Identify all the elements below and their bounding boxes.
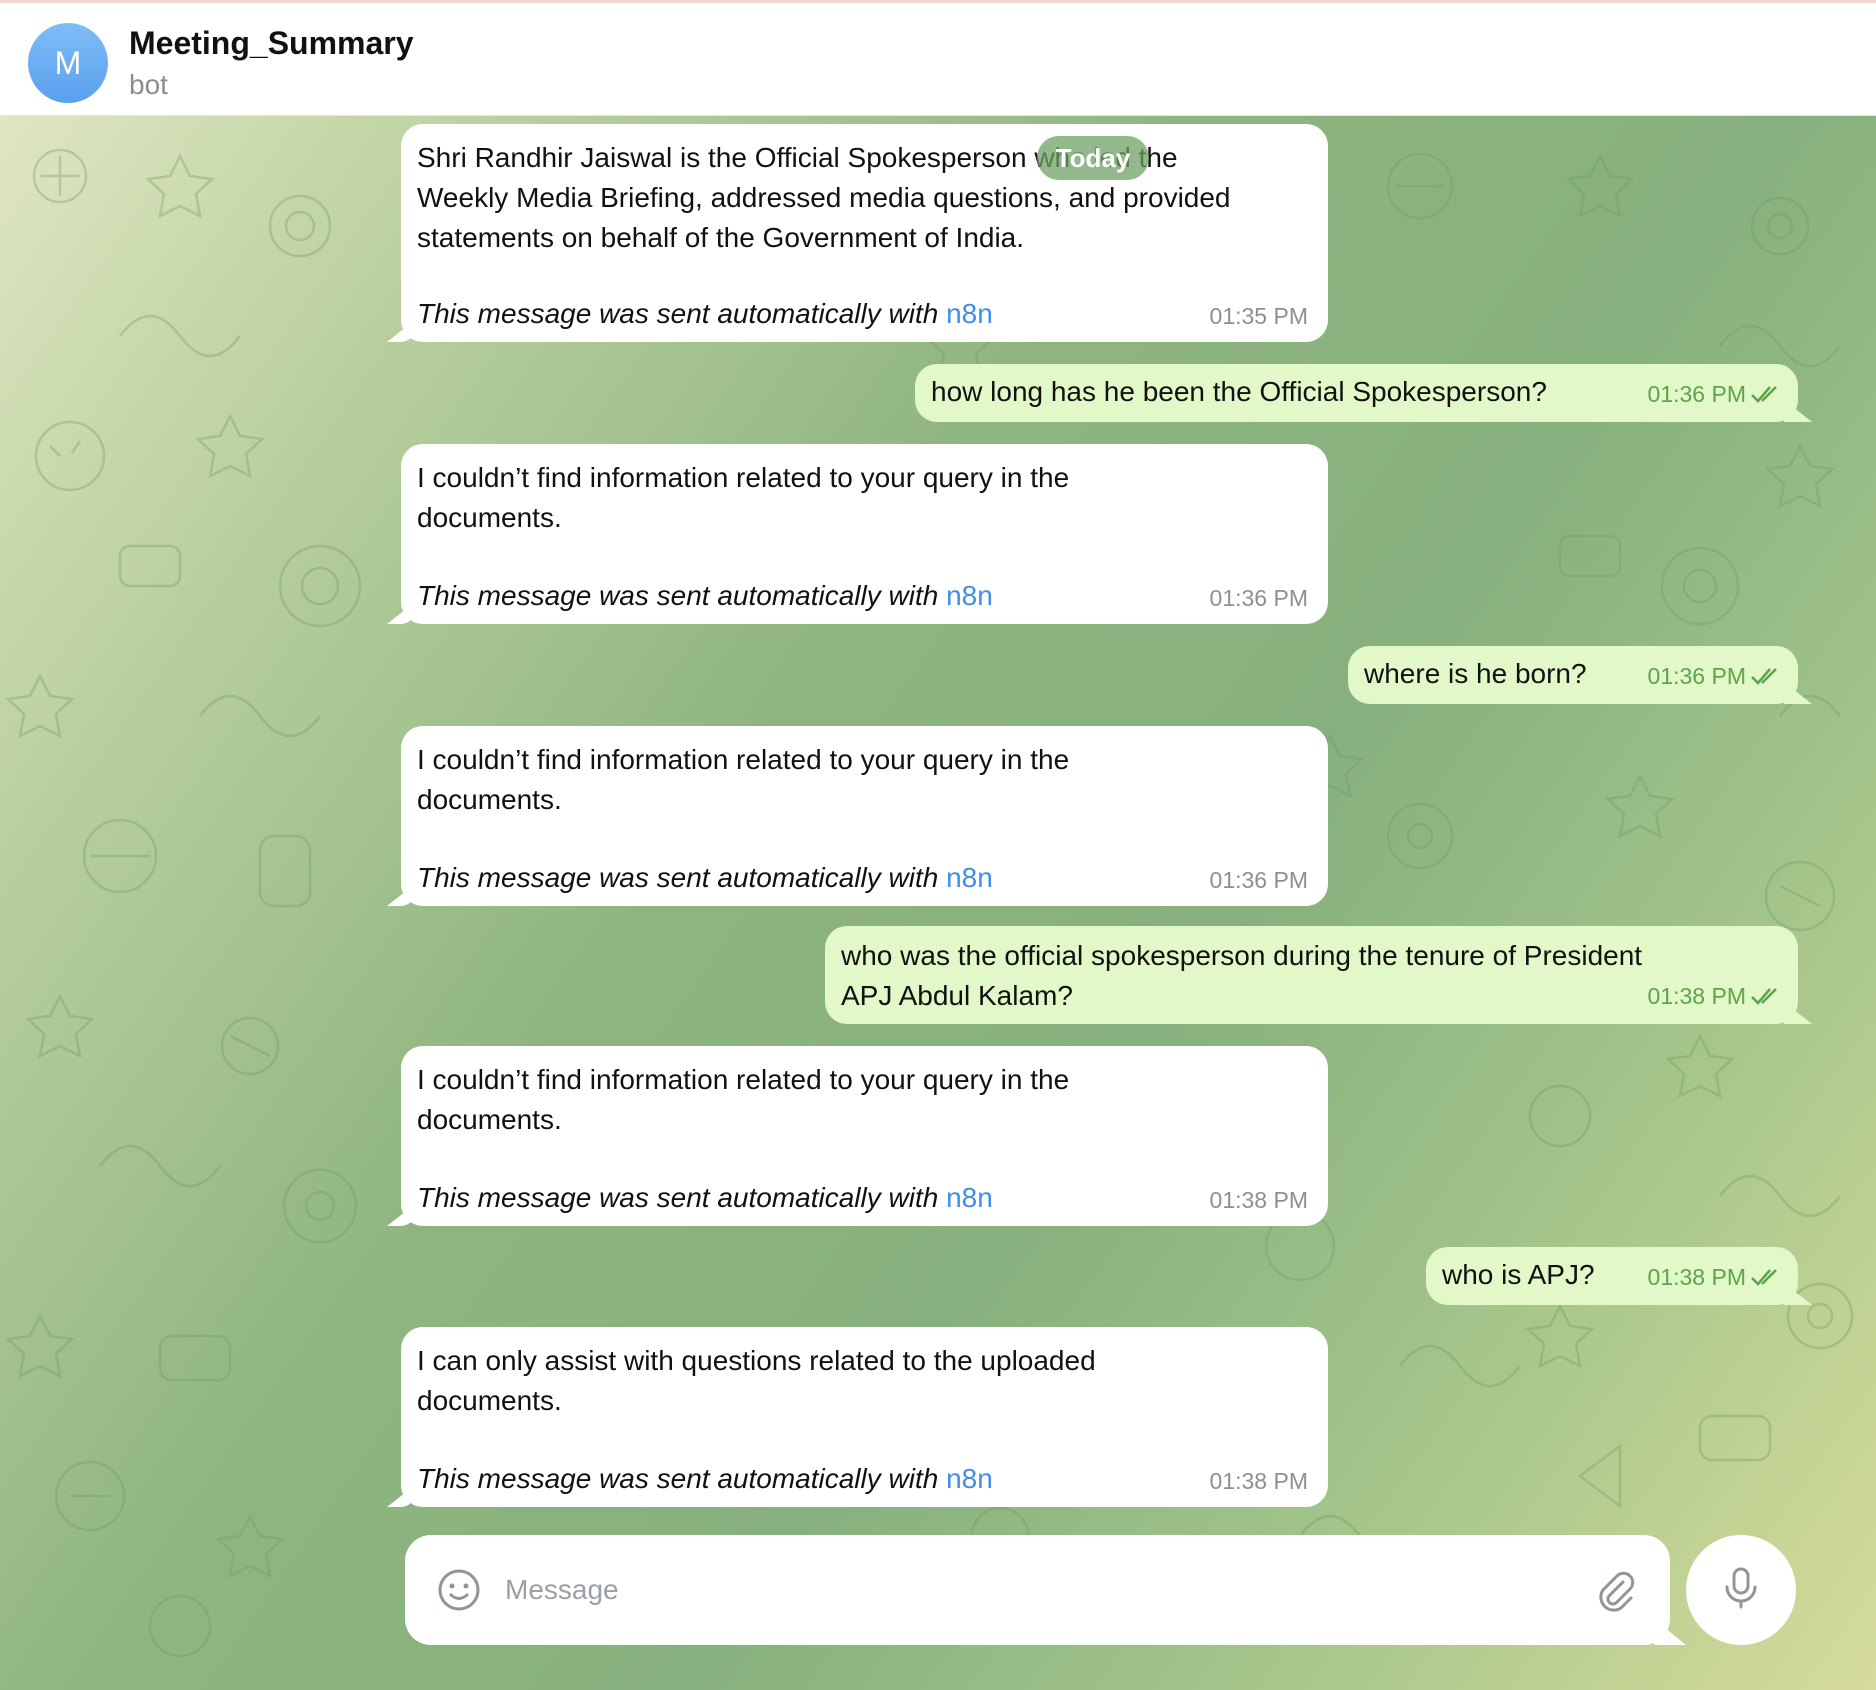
message-outgoing[interactable]: where is he born? 01:36 PM [1348, 646, 1798, 704]
auto-sent-text: This message was sent automatically with [417, 862, 947, 893]
chat-header: M Meeting_Summary bot [0, 0, 1876, 116]
message-composer [405, 1535, 1670, 1645]
message-time: 01:35 PM [1209, 303, 1308, 329]
auto-sent-note: This message was sent automatically with… [417, 858, 993, 898]
message-time-label: 01:36 PM [1647, 663, 1746, 689]
auto-sent-text: This message was sent automatically with [417, 580, 947, 611]
n8n-link[interactable]: n8n [946, 580, 993, 611]
message-text: how long has he been the Official Spokes… [931, 376, 1547, 407]
message-time: 01:38 PM [1209, 1468, 1308, 1494]
message-incoming[interactable]: Shri Randhir Jaiswal is the Official Spo… [401, 124, 1328, 342]
double-check-icon [1750, 986, 1784, 1006]
message-time: 01:38 PM [1648, 976, 1784, 1016]
n8n-link[interactable]: n8n [946, 1182, 993, 1213]
message-incoming[interactable]: I couldn’t find information related to y… [401, 1046, 1328, 1226]
message-time-label: 01:38 PM [1647, 983, 1746, 1009]
message-text: I couldn’t find information related to y… [417, 1064, 1070, 1135]
message-text: I can only assist with questions related… [417, 1345, 1096, 1416]
double-check-icon [1750, 384, 1784, 404]
message-time: 01:38 PM [1648, 1257, 1784, 1297]
date-badge: Today [1037, 136, 1149, 180]
message-time: 01:36 PM [1648, 656, 1784, 696]
message-outgoing[interactable]: how long has he been the Official Spokes… [915, 364, 1798, 422]
message-input[interactable] [505, 1565, 1505, 1615]
message-time: 01:36 PM [1209, 867, 1308, 893]
double-check-icon [1750, 1267, 1784, 1287]
auto-sent-text: This message was sent automatically with [417, 1463, 947, 1494]
message-time: 01:38 PM [1209, 1187, 1308, 1213]
double-check-icon [1750, 666, 1784, 686]
n8n-link[interactable]: n8n [946, 1463, 993, 1494]
message-outgoing[interactable]: who is APJ? 01:38 PM [1426, 1247, 1798, 1305]
n8n-link[interactable]: n8n [946, 298, 993, 329]
message-text: who is APJ? [1442, 1259, 1595, 1290]
message-time-label: 01:36 PM [1647, 381, 1746, 407]
chat-title[interactable]: Meeting_Summary [129, 25, 414, 62]
message-time-label: 01:38 PM [1647, 1264, 1746, 1290]
microphone-button[interactable] [1686, 1535, 1796, 1645]
auto-sent-text: This message was sent automatically with [417, 1182, 947, 1213]
n8n-link[interactable]: n8n [946, 862, 993, 893]
message-outgoing[interactable]: who was the official spokesperson during… [825, 926, 1798, 1024]
message-text: I couldn’t find information related to y… [417, 744, 1070, 815]
microphone-icon [1721, 1566, 1761, 1615]
message-text: where is he born? [1364, 658, 1587, 689]
message-time: 01:36 PM [1648, 374, 1784, 414]
message-incoming[interactable]: I couldn’t find information related to y… [401, 444, 1328, 624]
message-incoming[interactable]: I can only assist with questions related… [401, 1327, 1328, 1507]
message-incoming[interactable]: I couldn’t find information related to y… [401, 726, 1328, 906]
auto-sent-note: This message was sent automatically with… [417, 1178, 993, 1218]
message-text: I couldn’t find information related to y… [417, 462, 1070, 533]
message-time: 01:36 PM [1209, 585, 1308, 611]
auto-sent-note: This message was sent automatically with… [417, 1459, 993, 1499]
message-text: who was the official spokesperson during… [841, 940, 1643, 1011]
auto-sent-note: This message was sent automatically with… [417, 294, 993, 334]
auto-sent-text: This message was sent automatically with [417, 298, 947, 329]
avatar[interactable]: M [28, 23, 108, 103]
paperclip-icon[interactable] [1593, 1568, 1639, 1614]
chat-subtitle: bot [129, 69, 168, 100]
smile-icon[interactable] [437, 1568, 481, 1612]
auto-sent-note: This message was sent automatically with… [417, 576, 993, 616]
